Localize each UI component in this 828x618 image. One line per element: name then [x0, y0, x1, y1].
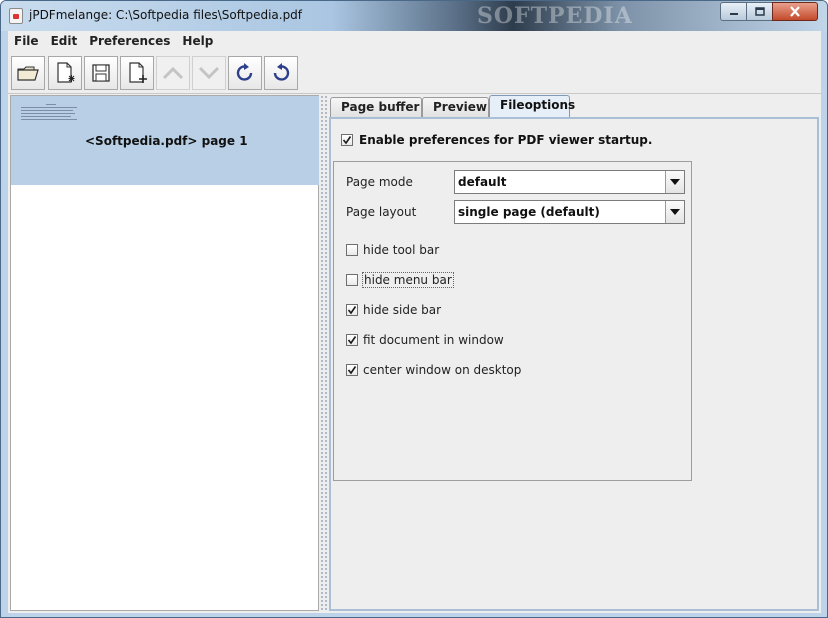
menu-edit[interactable]: Edit	[51, 34, 78, 48]
close-icon	[790, 6, 800, 17]
page-layout-label: Page layout	[346, 205, 417, 219]
app-window: jPDFmelange: C:\Softpedia files\Softpedi…	[0, 0, 828, 618]
page-mode-row: Page mode default	[346, 170, 685, 194]
chevron-down-icon[interactable]	[665, 201, 684, 223]
menu-help[interactable]: Help	[182, 34, 213, 48]
tab-page-buffer[interactable]: Page buffer	[330, 97, 422, 118]
hide-side-bar-label: hide side bar	[363, 303, 442, 317]
title-bar[interactable]: jPDFmelange: C:\Softpedia files\Softpedi…	[1, 1, 827, 31]
move-down-button[interactable]	[192, 56, 226, 90]
chevron-down-icon[interactable]	[665, 171, 684, 193]
page-mode-select[interactable]: default	[454, 170, 685, 194]
tab-preview[interactable]: Preview	[422, 97, 489, 118]
menu-preferences[interactable]: Preferences	[89, 34, 170, 48]
hide-side-bar-row[interactable]: hide side bar	[346, 301, 441, 319]
hide-menu-bar-label: hide menu bar	[362, 272, 454, 288]
open-folder-icon	[17, 66, 39, 81]
move-up-icon	[162, 66, 184, 80]
hide-tool-bar-label: hide tool bar	[363, 243, 440, 257]
check-icon	[342, 136, 352, 145]
maximize-icon	[754, 7, 765, 16]
hide-tool-bar-checkbox[interactable]	[346, 244, 358, 256]
hide-tool-bar-row[interactable]: hide tool bar	[346, 241, 439, 259]
check-icon	[347, 366, 357, 375]
center-window-checkbox[interactable]	[346, 364, 358, 376]
page-list[interactable]: <Softpedia.pdf> page 1	[10, 95, 319, 611]
rotate-left-icon	[273, 63, 290, 81]
move-up-button[interactable]	[156, 56, 190, 90]
hide-menu-bar-checkbox[interactable]	[346, 274, 358, 286]
page-thumbnail	[21, 104, 81, 126]
rotate-right-button[interactable]	[228, 56, 262, 90]
java-app-icon	[9, 8, 23, 24]
page-item-label: <Softpedia.pdf> page 1	[85, 134, 248, 148]
add-page-button[interactable]	[120, 56, 154, 90]
menu-bar: File Edit Preferences Help	[8, 31, 821, 51]
client-area: File Edit Preferences Help <Softpedia.pd…	[8, 31, 821, 613]
viewer-options-group: Page mode default Page layout single pag…	[333, 161, 692, 481]
tab-fileoptions[interactable]: Fileoptions	[489, 95, 575, 119]
rotate-left-button[interactable]	[264, 56, 298, 90]
minimize-button[interactable]	[720, 2, 747, 21]
add-page-icon	[129, 62, 147, 83]
maximize-button[interactable]	[746, 2, 773, 21]
fit-document-row[interactable]: fit document in window	[346, 331, 504, 349]
fit-document-label: fit document in window	[363, 333, 504, 347]
new-document-icon	[57, 62, 75, 83]
page-layout-value: single page (default)	[458, 205, 600, 219]
check-icon	[347, 336, 357, 345]
hide-menu-bar-row[interactable]: hide menu bar	[346, 271, 454, 289]
enable-preferences-checkbox[interactable]	[341, 134, 353, 146]
watermark: SOFTPEDIA	[477, 3, 633, 29]
fileoptions-panel: Enable preferences for PDF viewer startu…	[329, 117, 819, 611]
minimize-icon	[729, 12, 738, 15]
move-down-icon	[198, 66, 220, 80]
center-window-row[interactable]: center window on desktop	[346, 361, 521, 379]
new-document-button[interactable]	[48, 56, 82, 90]
list-item[interactable]: <Softpedia.pdf> page 1	[11, 96, 319, 185]
center-window-label: center window on desktop	[363, 363, 522, 377]
open-button[interactable]	[11, 56, 45, 90]
page-layout-select[interactable]: single page (default)	[454, 200, 685, 224]
window-title: jPDFmelange: C:\Softpedia files\Softpedi…	[29, 8, 303, 22]
hide-side-bar-checkbox[interactable]	[346, 304, 358, 316]
split-pane-divider[interactable]	[320, 95, 328, 611]
page-mode-label: Page mode	[346, 175, 413, 189]
save-button[interactable]	[84, 56, 118, 90]
rotate-right-icon	[236, 63, 253, 81]
enable-preferences-label: Enable preferences for PDF viewer startu…	[359, 133, 653, 147]
enable-preferences-row[interactable]: Enable preferences for PDF viewer startu…	[341, 133, 652, 147]
check-icon	[347, 306, 357, 315]
toolbar	[8, 52, 821, 94]
fit-document-checkbox[interactable]	[346, 334, 358, 346]
page-layout-row: Page layout single page (default)	[346, 200, 685, 224]
page-mode-value: default	[458, 175, 507, 189]
menu-file[interactable]: File	[14, 34, 39, 48]
save-icon	[92, 64, 110, 82]
close-button[interactable]	[772, 2, 818, 21]
